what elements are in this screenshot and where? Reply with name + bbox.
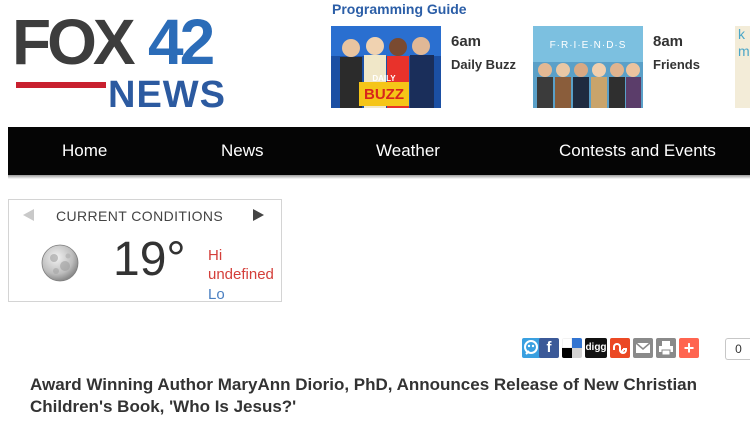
delicious-icon[interactable]	[562, 338, 582, 358]
nav-shadow	[8, 175, 750, 179]
add-icon[interactable]: +	[679, 338, 699, 358]
program-show-name[interactable]: Daily Buzz	[451, 57, 516, 72]
main-nav: Home News Weather Contests and Events	[8, 127, 750, 175]
lo-label: Lo	[208, 286, 225, 303]
logo-stripe	[16, 82, 106, 88]
nav-item-weather[interactable]: Weather	[376, 141, 440, 161]
program-time: 8am	[653, 33, 684, 50]
nav-item-home[interactable]: Home	[62, 141, 107, 161]
nav-item-contests-and-events[interactable]: Contests and Events	[559, 141, 716, 161]
hi-value: undefined	[208, 266, 274, 283]
print-icon[interactable]	[656, 338, 676, 358]
svg-text:BUZZ: BUZZ	[364, 86, 404, 103]
logo-number-text: 42	[148, 6, 215, 78]
previous-arrow-icon[interactable]	[23, 209, 34, 221]
svg-text:DAILY: DAILY	[372, 74, 396, 83]
current-conditions-title: CURRENT CONDITIONS	[56, 208, 224, 224]
program-item-partial[interactable]: k m	[735, 26, 750, 108]
digg-icon[interactable]: digg	[585, 338, 607, 358]
partial-text: m	[738, 43, 750, 59]
program-show-name[interactable]: Friends	[653, 57, 700, 72]
next-arrow-icon[interactable]	[253, 209, 264, 221]
program-time: 6am	[451, 33, 482, 50]
stumbleupon-icon[interactable]	[610, 338, 630, 358]
hi-label: Hi	[208, 247, 223, 264]
article-headline[interactable]: Award Winning Author MaryAnn Diorio, PhD…	[30, 374, 720, 418]
nav-item-news[interactable]: News	[221, 141, 264, 161]
partial-text: k	[738, 26, 745, 42]
fox42-news-logo[interactable]: FOX 42 NEWS	[12, 10, 244, 122]
facebook-icon[interactable]: f	[539, 338, 559, 358]
svg-text:F·R·I·E·N·D·S: F·R·I·E·N·D·S	[550, 40, 627, 51]
current-temperature: 19°	[113, 233, 186, 286]
friends-thumbnail[interactable]: F·R·I·E·N·D·S	[533, 26, 643, 108]
share-count: 0	[725, 338, 750, 360]
email-icon[interactable]	[633, 338, 653, 358]
daily-buzz-thumbnail[interactable]: BUZZ DAILY	[331, 26, 441, 108]
programming-guide-title[interactable]: Programming Guide	[332, 1, 467, 17]
current-conditions-widget: CURRENT CONDITIONS 19° Hi undefined Lo	[8, 199, 282, 303]
moon-icon	[41, 244, 79, 282]
logo-news-text: NEWS	[108, 74, 226, 116]
logo-fox-text: FOX	[12, 6, 136, 78]
